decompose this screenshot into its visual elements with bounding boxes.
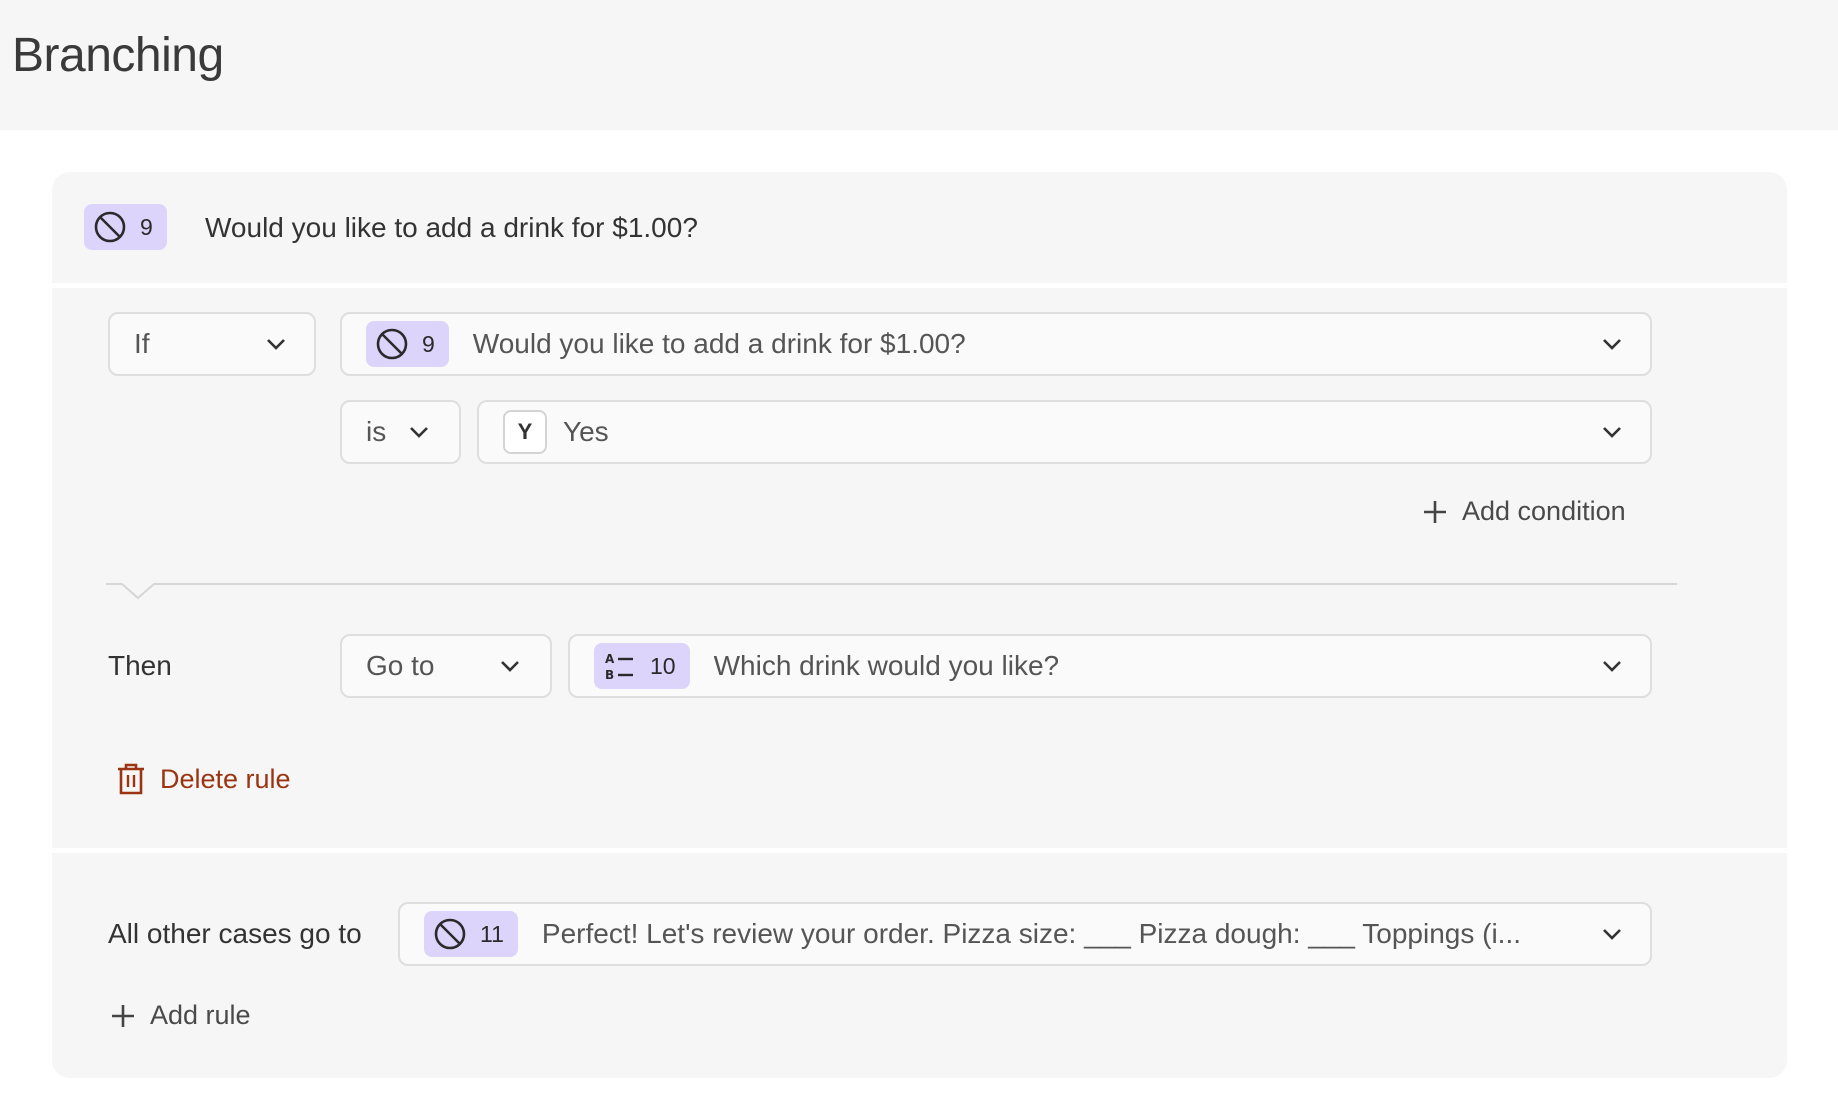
operator-label: is xyxy=(366,416,387,447)
svg-text:A: A xyxy=(605,652,615,666)
slash-circle-icon xyxy=(92,209,128,245)
svg-text:B: B xyxy=(605,668,614,682)
delete-rule-label: Delete rule xyxy=(160,763,291,794)
plus-icon xyxy=(1424,500,1446,523)
chevron-down-icon xyxy=(1603,339,1621,350)
if-select-label: If xyxy=(134,328,150,359)
delete-rule-button[interactable]: Delete rule xyxy=(116,762,291,796)
divider xyxy=(52,283,1787,288)
condition-question-select[interactable]: 9 Would you like to add a drink for $1.0… xyxy=(340,312,1652,376)
question-badge: 11 xyxy=(424,911,518,957)
rule-divider xyxy=(106,583,1677,600)
target-question-select[interactable]: A B 10 Which drink would you like? xyxy=(568,634,1652,698)
question-number: 9 xyxy=(140,213,153,240)
question-badge: 9 xyxy=(366,321,449,367)
page-title: Branching xyxy=(12,29,224,82)
page-header: Branching xyxy=(0,0,1838,130)
fallback-label: All other cases go to xyxy=(108,918,362,949)
action-select[interactable]: Go to xyxy=(340,634,552,698)
plus-icon xyxy=(112,1004,134,1027)
slash-circle-icon xyxy=(374,326,410,362)
chevron-down-icon xyxy=(267,339,285,350)
add-condition-button[interactable]: Add condition xyxy=(1422,496,1626,527)
add-rule-label: Add rule xyxy=(150,1000,251,1030)
slash-circle-icon xyxy=(432,916,468,952)
then-label: Then xyxy=(108,650,172,681)
value-label: Yes xyxy=(563,416,609,447)
chevron-down-icon xyxy=(410,427,428,438)
if-select[interactable]: If xyxy=(108,312,316,376)
question-number: 9 xyxy=(422,330,435,357)
choice-key-badge: Y xyxy=(503,410,547,454)
multiple-choice-icon: A B xyxy=(602,648,638,684)
target-question-text: Which drink would you like? xyxy=(713,650,1060,681)
chevron-down-icon xyxy=(1603,661,1621,672)
question-badge: A B 10 xyxy=(594,643,690,689)
chevron-down-icon xyxy=(1603,427,1621,438)
fallback-question-text: Perfect! Let's review your order. Pizza … xyxy=(541,918,1522,949)
add-rule-button[interactable]: Add rule xyxy=(110,1000,251,1031)
operator-select[interactable]: is xyxy=(340,400,461,464)
divider xyxy=(52,848,1787,853)
question-badge: 9 xyxy=(84,204,167,250)
fallback-question-select[interactable]: 11 Perfect! Let's review your order. Piz… xyxy=(398,902,1652,966)
question-number: 10 xyxy=(650,652,676,679)
chevron-down-icon xyxy=(501,661,519,672)
condition-question-text: Would you like to add a drink for $1.00? xyxy=(472,328,966,359)
question-title: Would you like to add a drink for $1.00? xyxy=(205,212,698,243)
add-condition-label: Add condition xyxy=(1462,496,1626,526)
trash-icon xyxy=(118,763,144,795)
action-label: Go to xyxy=(366,650,435,681)
value-select[interactable]: Y Yes xyxy=(477,400,1652,464)
question-number: 11 xyxy=(480,920,504,947)
chevron-down-icon xyxy=(1603,929,1621,940)
